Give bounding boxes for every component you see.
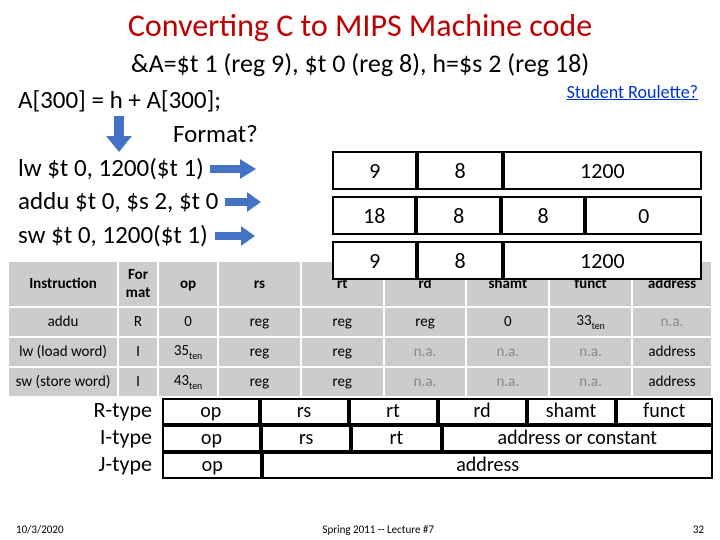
student-roulette-link[interactable]: Student Roulette? xyxy=(567,81,698,103)
cell-funct: n.a. xyxy=(549,367,632,397)
enc-row-addu: 18 8 8 0 xyxy=(332,196,702,235)
arrow-right-icon xyxy=(215,226,255,246)
cell-addr: address xyxy=(632,367,712,397)
arrow-down-icon xyxy=(104,116,134,152)
arrow-right-icon xyxy=(210,159,256,179)
fmt-cell: op xyxy=(162,425,261,452)
table-row: addu R 0 reg reg reg 0 33ten n.a. xyxy=(8,307,712,337)
encoding-rows: 9 8 1200 18 8 8 0 9 8 1200 xyxy=(332,151,702,286)
format-label: Format? xyxy=(173,117,702,151)
arrow-right-icon xyxy=(225,192,261,212)
cell-rs: reg xyxy=(218,337,301,367)
footer: 10/3/2020 Spring 2011 -- Lecture #7 32 xyxy=(16,523,704,536)
slide-subtitle: &A=$t 1 (reg 9), $t 0 (reg 8), h=$s 2 (r… xyxy=(0,45,720,79)
cell-shamt: n.a. xyxy=(466,337,549,367)
th-format: For mat xyxy=(118,261,158,307)
type-label: J-type xyxy=(7,452,162,479)
fmt-cell: address xyxy=(262,452,713,479)
table-row: lw (load word) I 35ten reg reg n.a. n.a.… xyxy=(8,337,712,367)
cell-rs: reg xyxy=(218,367,301,397)
th-op: op xyxy=(158,261,218,307)
type-label: R-type xyxy=(7,398,162,425)
fmt-cell: op xyxy=(162,452,262,479)
fmt-cell: rd xyxy=(438,398,527,425)
enc-cell: 8 xyxy=(501,196,585,235)
fmt-cell: funct xyxy=(616,398,714,425)
j-type-row: J-type op address xyxy=(7,452,713,479)
enc-cell: 9 xyxy=(332,151,417,190)
fmt-cell: shamt xyxy=(527,398,616,425)
fmt-cell: address or constant xyxy=(442,425,714,452)
cell-shamt: 0 xyxy=(466,307,549,337)
cell-addr: n.a. xyxy=(632,307,712,337)
enc-cell: 9 xyxy=(332,241,417,280)
th-instruction: Instruction xyxy=(8,261,118,307)
enc-row-sw: 9 8 1200 xyxy=(332,241,702,280)
slide-title: Converting C to MIPS Machine code xyxy=(0,0,720,45)
footer-page: 32 xyxy=(693,523,704,536)
cell-name: sw (store word) xyxy=(8,367,118,397)
type-label: I-type xyxy=(7,425,162,452)
cell-rt: reg xyxy=(301,337,384,367)
enc-row-lw: 9 8 1200 xyxy=(332,151,702,190)
cell-op: 0 xyxy=(158,307,218,337)
cell-rs: reg xyxy=(218,307,301,337)
r-type-row: R-type op rs rt rd shamt funct xyxy=(7,398,713,425)
th-rs: rs xyxy=(218,261,301,307)
enc-cell: 8 xyxy=(416,196,500,235)
cell-name: addu xyxy=(8,307,118,337)
cell-fmt: I xyxy=(118,367,158,397)
footer-center: Spring 2011 -- Lecture #7 xyxy=(322,523,434,536)
enc-cell: 1200 xyxy=(503,151,702,190)
enc-cell: 1200 xyxy=(503,241,702,280)
cell-name: lw (load word) xyxy=(8,337,118,367)
fmt-cell: rs xyxy=(261,425,351,452)
cell-funct: n.a. xyxy=(549,337,632,367)
cell-rd: n.a. xyxy=(384,337,467,367)
main-content: Student Roulette? A[300] = h + A[300]; F… xyxy=(0,79,720,252)
i-type-row: I-type op rs rt address or constant xyxy=(7,425,713,452)
enc-cell: 8 xyxy=(417,151,502,190)
cell-funct: 33ten xyxy=(549,307,632,337)
fmt-cell: op xyxy=(162,398,260,425)
enc-cell: 18 xyxy=(332,196,416,235)
cell-rd: reg xyxy=(384,307,467,337)
cell-op: 35ten xyxy=(158,337,218,367)
enc-cell: 8 xyxy=(417,241,502,280)
table-row: sw (store word) I 43ten reg reg n.a. n.a… xyxy=(8,367,712,397)
footer-date: 10/3/2020 xyxy=(16,523,64,536)
fmt-cell: rt xyxy=(351,425,441,452)
cell-shamt: n.a. xyxy=(466,367,549,397)
enc-cell: 0 xyxy=(585,196,702,235)
cell-fmt: I xyxy=(118,337,158,367)
fmt-cell: rt xyxy=(349,398,438,425)
cell-op: 43ten xyxy=(158,367,218,397)
cell-rt: reg xyxy=(301,367,384,397)
fmt-cell: rs xyxy=(260,398,349,425)
cell-addr: address xyxy=(632,337,712,367)
cell-fmt: R xyxy=(118,307,158,337)
cell-rd: n.a. xyxy=(384,367,467,397)
cell-rt: reg xyxy=(301,307,384,337)
